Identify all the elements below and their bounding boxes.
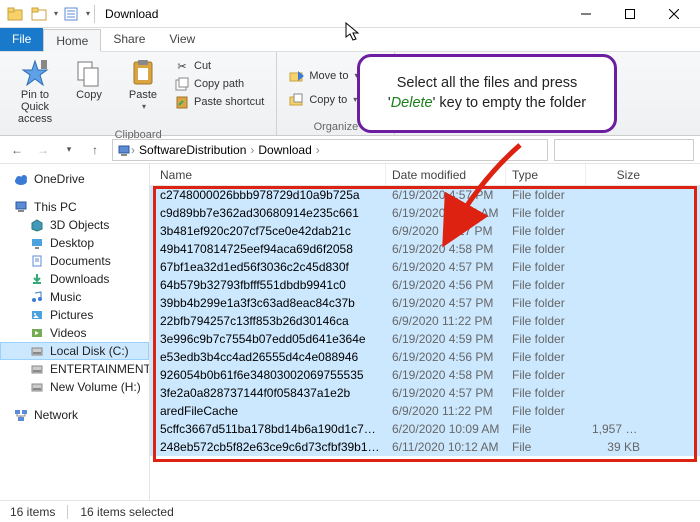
downloads-icon bbox=[30, 272, 44, 286]
videos-icon bbox=[30, 326, 44, 340]
copy-to-icon bbox=[289, 92, 305, 108]
cursor-icon bbox=[345, 22, 361, 42]
annotation-callout: Select all the files and press 'Delete' … bbox=[357, 54, 617, 133]
address-bar: ← → ▾ ↑ › SoftwareDistribution › Downloa… bbox=[0, 136, 700, 164]
paste-button[interactable]: Paste▾ bbox=[116, 56, 170, 127]
status-selected-count: 16 items selected bbox=[80, 505, 173, 519]
annotation-arrow bbox=[440, 140, 560, 250]
docs-icon bbox=[30, 254, 44, 268]
qat-dropdown2-icon[interactable]: ▾ bbox=[86, 9, 90, 18]
cut-button[interactable]: ✂Cut bbox=[174, 58, 264, 74]
table-row[interactable]: 926054b0b61f6e348030020697555356/19/2020… bbox=[150, 366, 700, 384]
sidebar-item-desktop[interactable]: Desktop bbox=[0, 234, 149, 252]
pc-icon bbox=[14, 200, 28, 214]
tab-file[interactable]: File bbox=[0, 28, 43, 51]
copy-path-button[interactable]: Copy path bbox=[174, 76, 264, 92]
status-bar: 16 items 16 items selected bbox=[0, 500, 700, 522]
window-title: Download bbox=[105, 7, 158, 21]
tab-view[interactable]: View bbox=[157, 28, 207, 51]
sidebar-item-new-volume-h-[interactable]: New Volume (H:) bbox=[0, 378, 149, 396]
column-name[interactable]: Name bbox=[154, 164, 386, 185]
table-row[interactable]: aredFileCache6/9/2020 11:22 PMFile folde… bbox=[150, 402, 700, 420]
table-row[interactable]: 49b4170814725eef94aca69d6f20586/19/2020 … bbox=[150, 240, 700, 258]
table-row[interactable]: 67bf1ea32d1ed56f3036c2c45d830f6/19/2020 … bbox=[150, 258, 700, 276]
cloud-icon bbox=[14, 172, 28, 186]
sidebar-item-documents[interactable]: Documents bbox=[0, 252, 149, 270]
disk-icon bbox=[30, 344, 44, 358]
table-row[interactable]: e53edb3b4cc4ad26555d4c4e0889466/19/2020 … bbox=[150, 348, 700, 366]
sidebar-item-this-pc[interactable]: This PC bbox=[0, 198, 149, 216]
breadcrumb-pc-icon bbox=[117, 143, 131, 157]
sidebar-item-network[interactable]: Network bbox=[0, 406, 149, 424]
copy-button[interactable]: Copy bbox=[62, 56, 116, 127]
qat-dropdown-icon[interactable]: ▾ bbox=[54, 9, 58, 18]
table-row[interactable]: 3e996c9b7c7554b07edd05d641e364e6/19/2020… bbox=[150, 330, 700, 348]
move-to-button[interactable]: Move to▾ bbox=[289, 68, 358, 84]
minimize-button[interactable] bbox=[564, 0, 608, 28]
pictures-icon bbox=[30, 308, 44, 322]
nav-recent-button[interactable]: ▾ bbox=[58, 139, 80, 161]
status-item-count: 16 items bbox=[10, 505, 55, 519]
table-row[interactable]: 5cffc3667d511ba178bd14b6a190d1c74...6/20… bbox=[150, 420, 700, 438]
file-list-area: Name Date modified Type Size c2748000026… bbox=[150, 164, 700, 500]
sidebar-item-music[interactable]: Music bbox=[0, 288, 149, 306]
table-row[interactable]: 22bfb794257c13ff853b26d30146ca6/9/2020 1… bbox=[150, 312, 700, 330]
table-row[interactable]: 64b579b32793fbfff551dbdb9941c06/19/2020 … bbox=[150, 276, 700, 294]
search-input[interactable] bbox=[554, 139, 694, 161]
maximize-button[interactable] bbox=[608, 0, 652, 28]
disk-icon bbox=[30, 362, 44, 376]
table-row[interactable]: 3b481ef920c207cf75ce0e42dab21c6/9/2020 1… bbox=[150, 222, 700, 240]
table-row[interactable]: 248eb572cb5f82e63ce9c6d73cfbf39b10...6/1… bbox=[150, 438, 700, 456]
qat-properties-icon[interactable] bbox=[60, 3, 82, 25]
sidebar-item-onedrive[interactable]: OneDrive bbox=[0, 170, 149, 188]
copy-to-button[interactable]: Copy to▾ bbox=[289, 92, 358, 108]
qat-new-folder-icon[interactable] bbox=[28, 3, 50, 25]
table-row[interactable]: 39bb4b299e1a3f3c63ad8eac84c37b6/19/2020 … bbox=[150, 294, 700, 312]
desktop-icon bbox=[30, 236, 44, 250]
paste-shortcut-button[interactable]: Paste shortcut bbox=[174, 94, 264, 110]
paste-shortcut-icon bbox=[174, 94, 190, 110]
column-size[interactable]: Size bbox=[586, 164, 646, 185]
sidebar-item-3d-objects[interactable]: 3D Objects bbox=[0, 216, 149, 234]
qat-folder-icon[interactable] bbox=[4, 3, 26, 25]
tab-home[interactable]: Home bbox=[43, 29, 101, 52]
sidebar-item-videos[interactable]: Videos bbox=[0, 324, 149, 342]
navigation-sidebar: OneDrive This PC3D ObjectsDesktopDocument… bbox=[0, 164, 150, 500]
close-button[interactable] bbox=[652, 0, 696, 28]
copy-path-icon bbox=[174, 76, 190, 92]
sidebar-item-downloads[interactable]: Downloads bbox=[0, 270, 149, 288]
nav-forward-button[interactable]: → bbox=[32, 139, 54, 161]
sidebar-item-pictures[interactable]: Pictures bbox=[0, 306, 149, 324]
move-to-icon bbox=[289, 68, 305, 84]
breadcrumb-seg1[interactable]: SoftwareDistribution bbox=[135, 143, 250, 157]
table-row[interactable]: c9d89bb7e362ad30680914e235c6616/19/2020 … bbox=[150, 204, 700, 222]
pin-to-quick-access-button[interactable]: Pin to Quick access bbox=[8, 56, 62, 127]
3d-icon bbox=[30, 218, 44, 232]
scissors-icon: ✂ bbox=[174, 58, 190, 74]
tab-share[interactable]: Share bbox=[101, 28, 157, 51]
breadcrumb-seg2[interactable]: Download bbox=[254, 143, 315, 157]
network-icon bbox=[14, 408, 28, 422]
sidebar-item-entertainment[interactable]: ENTERTAINMENT bbox=[0, 360, 149, 378]
sidebar-item-local-disk-c-[interactable]: Local Disk (C:) bbox=[0, 342, 149, 360]
nav-up-button[interactable]: ↑ bbox=[84, 139, 106, 161]
music-icon bbox=[30, 290, 44, 304]
disk-icon bbox=[30, 380, 44, 394]
table-row[interactable]: c2748000026bbb978729d10a9b725a6/19/2020 … bbox=[150, 186, 700, 204]
nav-back-button[interactable]: ← bbox=[6, 139, 28, 161]
column-headers: Name Date modified Type Size bbox=[150, 164, 700, 186]
table-row[interactable]: 3fe2a0a828737144f0f058437a1e2b6/19/2020 … bbox=[150, 384, 700, 402]
